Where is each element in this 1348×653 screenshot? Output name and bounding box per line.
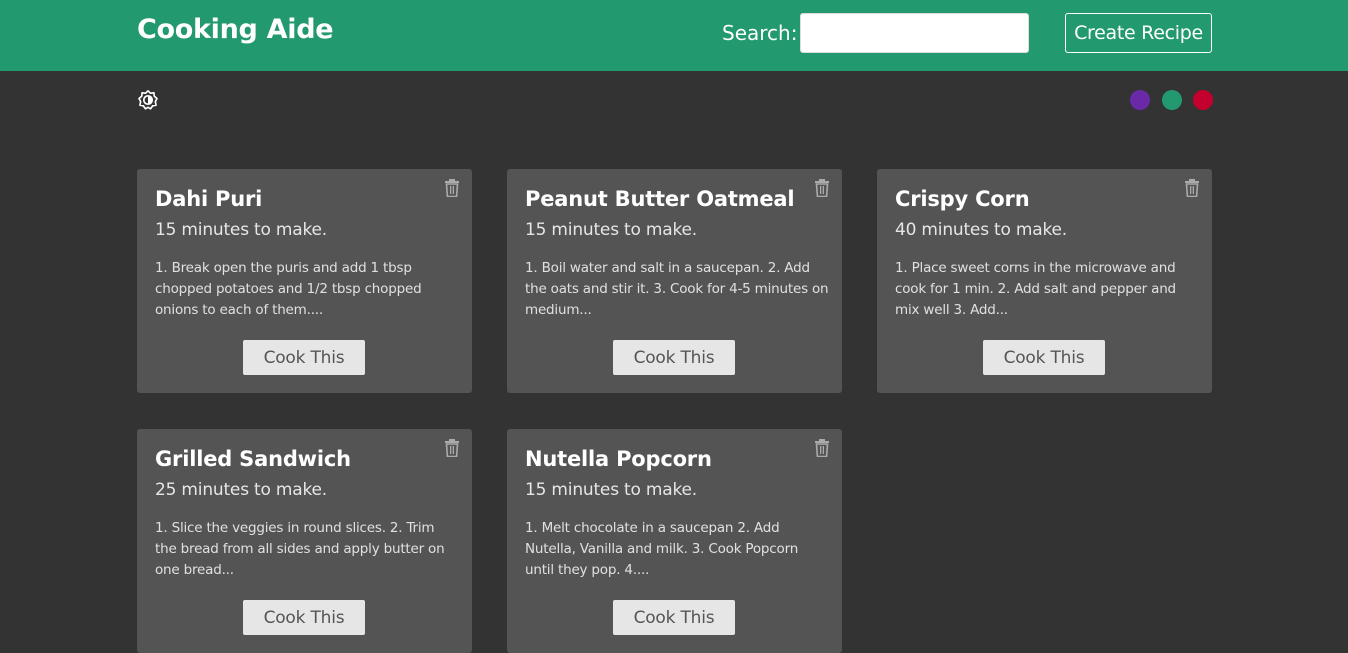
recipe-time: 40 minutes to make. <box>895 220 1068 240</box>
trash-icon[interactable] <box>444 439 460 458</box>
search-label: Search: <box>722 21 798 45</box>
recipe-card: Grilled Sandwich 25 minutes to make. 1. … <box>137 429 472 653</box>
search-input[interactable] <box>800 13 1029 53</box>
trash-icon[interactable] <box>814 439 830 458</box>
recipe-card: Nutella Popcorn 15 minutes to make. 1. M… <box>507 429 842 653</box>
recipe-card: Peanut Butter Oatmeal 15 minutes to make… <box>507 169 842 393</box>
cook-this-button[interactable]: Cook This <box>243 600 365 635</box>
recipe-description: 1. Melt chocolate in a saucepan 2. Add N… <box>525 520 799 578</box>
recipe-time: 25 minutes to make. <box>155 480 328 500</box>
trash-icon[interactable] <box>814 179 830 198</box>
cook-this-button[interactable]: Cook This <box>983 340 1105 375</box>
recipe-title: Dahi Puri <box>155 187 263 211</box>
cook-this-button[interactable]: Cook This <box>613 340 735 375</box>
recipe-title: Crispy Corn <box>895 187 1030 211</box>
theme-color-red[interactable] <box>1193 90 1213 110</box>
theme-color-purple[interactable] <box>1130 90 1150 110</box>
create-recipe-button[interactable]: Create Recipe <box>1065 13 1212 53</box>
recipe-title: Grilled Sandwich <box>155 447 351 471</box>
recipe-time: 15 minutes to make. <box>525 220 698 240</box>
cook-this-button[interactable]: Cook This <box>613 600 735 635</box>
recipe-time: 15 minutes to make. <box>155 220 328 240</box>
recipe-title: Peanut Butter Oatmeal <box>525 187 795 211</box>
recipe-description: 1. Boil water and salt in a saucepan. 2.… <box>525 260 829 318</box>
contrast-icon[interactable] <box>137 89 159 111</box>
trash-icon[interactable] <box>444 179 460 198</box>
recipe-time: 15 minutes to make. <box>525 480 698 500</box>
recipe-title: Nutella Popcorn <box>525 447 712 471</box>
cook-this-button[interactable]: Cook This <box>243 340 365 375</box>
brand-title[interactable]: Cooking Aide <box>137 14 334 45</box>
recipe-description: 1. Slice the veggies in round slices. 2.… <box>155 520 445 578</box>
recipe-card: Dahi Puri 15 minutes to make. 1. Break o… <box>137 169 472 393</box>
recipe-description: 1. Place sweet corns in the microwave an… <box>895 260 1176 318</box>
recipe-card: Crispy Corn 40 minutes to make. 1. Place… <box>877 169 1212 393</box>
theme-color-green[interactable] <box>1162 90 1182 110</box>
trash-icon[interactable] <box>1184 179 1200 198</box>
recipe-description: 1. Break open the puris and add 1 tbsp c… <box>155 260 422 318</box>
top-navbar: Cooking Aide Search: Create Recipe <box>0 0 1348 71</box>
